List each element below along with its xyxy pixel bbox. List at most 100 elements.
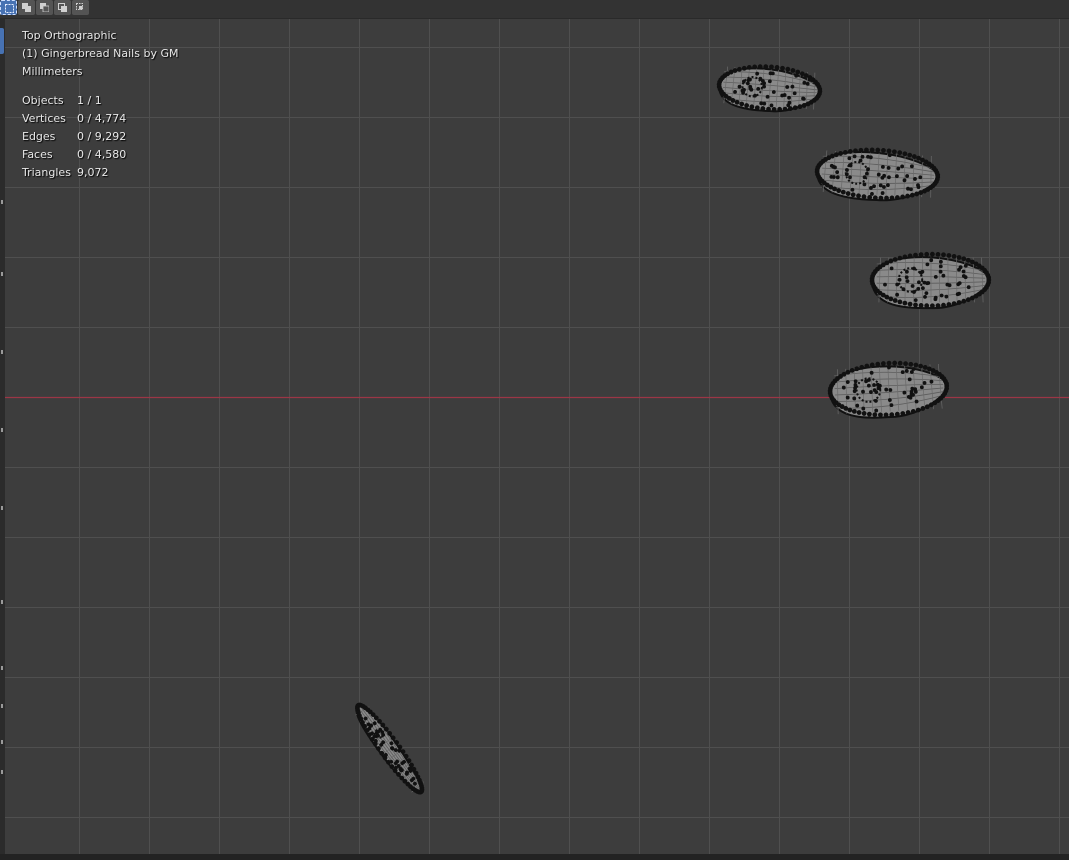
active-tool-tab[interactable] (0, 28, 4, 54)
mesh-vertex (905, 279, 910, 283)
nail-mesh-4[interactable] (826, 358, 950, 421)
mesh-vertex (938, 269, 943, 274)
mesh-vertex (907, 253, 913, 259)
toolbar-tick (1, 350, 3, 354)
select-invert-mode-button[interactable] (54, 0, 71, 15)
mesh-vertex (911, 154, 917, 159)
mesh-vertex (892, 298, 898, 303)
mesh-vertex (935, 303, 941, 308)
mesh-vertex (941, 252, 946, 258)
mesh-vertex (922, 364, 928, 370)
mesh-vertex (897, 360, 903, 366)
mesh-vertex (930, 303, 935, 309)
select-mode-group (0, 0, 89, 15)
select-extend-mode-button[interactable] (18, 0, 35, 15)
nail-mesh-1[interactable] (715, 61, 824, 115)
mesh-vertex (961, 256, 967, 262)
select-intersect-icon (76, 3, 83, 10)
scene-statistics: Objects 1 / 1 Vertices 0 / 4,774 Edges 0… (22, 92, 178, 182)
mesh-vertex (933, 295, 938, 300)
mesh-vertex (929, 258, 934, 263)
select-intersect-mode-button[interactable] (72, 0, 89, 15)
stat-label: Triangles (22, 166, 71, 179)
stat-value: 0 / 4,580 (77, 148, 127, 161)
mesh-vertex (965, 257, 971, 263)
mesh-vertex (917, 280, 921, 285)
stat-value: 0 / 9,292 (77, 130, 127, 143)
stat-faces: Faces 0 / 4,580 (22, 146, 178, 164)
mesh-vertex (897, 255, 903, 261)
toolbar-tick (1, 200, 3, 204)
mesh-vertex (913, 302, 918, 308)
mesh-vertex (935, 252, 941, 257)
mesh-vertex (881, 147, 886, 153)
stat-objects: Objects 1 / 1 (22, 92, 178, 110)
stat-label: Objects (22, 94, 64, 107)
mesh-vertex (941, 273, 946, 278)
mesh-vertex (938, 264, 943, 269)
mesh-vertex (924, 303, 930, 309)
mesh-vertex (918, 252, 924, 257)
mesh-vertex (907, 301, 913, 307)
mesh-vertex (902, 300, 908, 306)
view-name: Top Orthographic (22, 29, 117, 42)
mesh-vertex (970, 295, 975, 301)
mesh-vertex (889, 266, 894, 271)
mesh-vertex (941, 302, 946, 308)
viewport-header (0, 0, 1069, 19)
units-label: Millimeters (22, 65, 83, 78)
mesh-vertex (966, 285, 971, 290)
mesh-vertex (961, 269, 966, 274)
toolbar-tick (1, 428, 3, 432)
left-toolbar[interactable] (0, 18, 5, 860)
nail-mesh-3[interactable] (869, 251, 992, 310)
nail-mesh-5[interactable] (348, 697, 432, 801)
mesh-vertex (892, 360, 898, 366)
select-new-icon (5, 4, 14, 13)
mesh-vertex (933, 275, 938, 279)
select-subtract-mode-button[interactable] (36, 0, 53, 15)
stat-value: 9,072 (77, 166, 109, 179)
select-subtract-icon (40, 3, 49, 12)
mesh-vertex (957, 281, 962, 285)
mesh-vertex (946, 302, 952, 307)
mesh-vertex (957, 267, 961, 272)
mesh-vertex (880, 361, 886, 366)
mesh-vertex (956, 255, 962, 260)
mesh-vertex (961, 298, 967, 304)
mesh-vertex (895, 292, 899, 297)
mesh-vertex (922, 280, 927, 285)
mesh-vertex (920, 269, 925, 274)
select-invert-icon (58, 3, 67, 12)
mesh-vertex (883, 282, 887, 287)
mesh-vertex (930, 251, 935, 257)
mesh-vertex (956, 300, 962, 305)
mesh-vertex (923, 295, 927, 299)
mesh-vertex (907, 152, 913, 158)
mesh-vertex (944, 294, 949, 299)
stat-vertices: Vertices 0 / 4,774 (22, 110, 178, 128)
nail-mesh-2[interactable] (813, 144, 941, 203)
mesh-vertex (913, 298, 918, 302)
mesh-vertex (921, 286, 925, 290)
3d-viewport[interactable]: Top Orthographic (1) Gingerbread Nails b… (0, 0, 1069, 860)
stat-triangles: Triangles 9,072 (22, 164, 178, 182)
mesh-vertex (913, 362, 919, 368)
mesh-vertex (918, 303, 924, 308)
mesh-vertex (908, 361, 914, 367)
stat-value: 0 / 4,774 (77, 112, 127, 125)
stat-edges: Edges 0 / 9,292 (22, 128, 178, 146)
mesh-vertex (947, 283, 952, 288)
select-box-mode-button[interactable] (0, 0, 17, 15)
mesh-vertex (897, 150, 903, 156)
mesh-vertex (924, 291, 929, 295)
toolbar-tick (1, 272, 3, 276)
mesh-vertex (886, 360, 892, 366)
viewport-bottom-edge (0, 854, 1069, 860)
toolbar-tick (1, 506, 3, 510)
mesh-vertex (790, 68, 796, 73)
toolbar-tick (1, 600, 3, 604)
stat-value: 1 / 1 (77, 94, 102, 107)
select-extend-icon (22, 3, 31, 12)
mesh-vertex (918, 363, 924, 369)
